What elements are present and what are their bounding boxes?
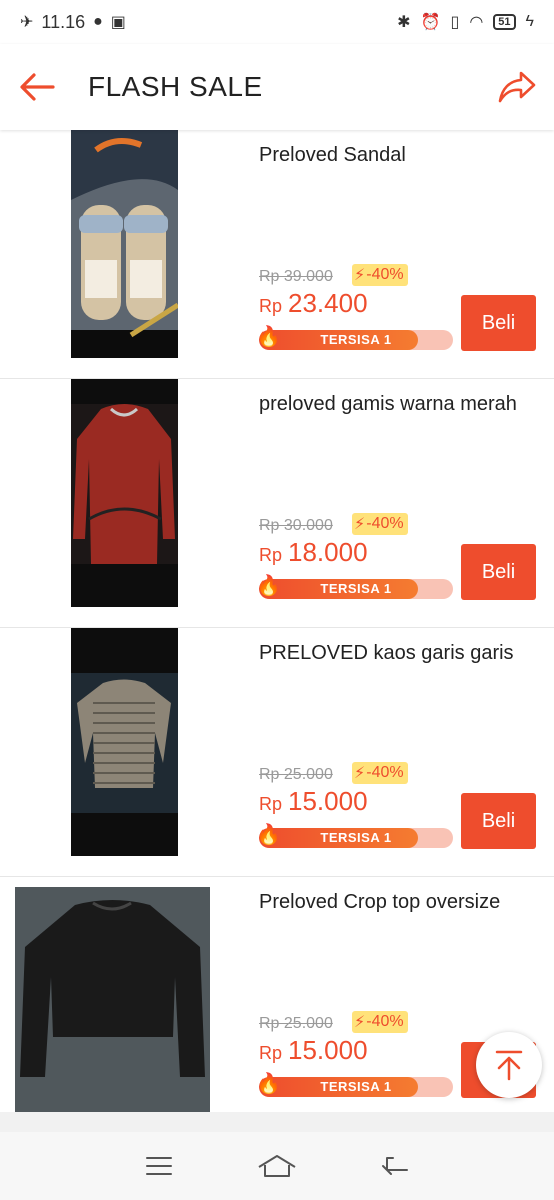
fire-icon: 🔥 — [256, 575, 281, 597]
product-item[interactable]: Preloved Sandal Rp 39.000 ⚡ -40% Rp 23.400… — [0, 130, 554, 379]
app-header: FLASH SALE — [0, 44, 554, 130]
discount-value: -40% — [366, 266, 404, 283]
stock-bar: TERSISA 1 — [259, 828, 453, 848]
stock-bar: TERSISA 1 — [259, 1077, 453, 1097]
charging-icon: ϟ — [525, 13, 534, 30]
discount-badge: ⚡ -40% — [352, 513, 408, 535]
buy-button[interactable]: Beli — [461, 295, 536, 351]
discount-badge: ⚡ -40% — [352, 762, 408, 784]
discount-badge: ⚡ -40% — [352, 1011, 408, 1033]
stock-bar: TERSISA 1 — [259, 330, 453, 350]
product-item[interactable]: PRELOVED kaos garis garis Rp 25.000 ⚡ -40… — [0, 628, 554, 877]
battery-icon: 51 — [493, 14, 516, 30]
sale-price: Rp 15.000 — [259, 786, 368, 817]
product-name[interactable]: preloved gamis warna merah — [259, 393, 517, 416]
original-price: Rp 30.000 — [259, 517, 333, 534]
price-currency: Rp — [259, 545, 283, 565]
product-item[interactable]: Preloved Crop top oversize Rp 25.000 ⚡ -4… — [0, 877, 554, 1112]
home-button[interactable] — [257, 1146, 297, 1186]
product-image-crop-top[interactable] — [15, 887, 210, 1112]
product-image-sandal[interactable] — [71, 130, 178, 358]
bluetooth-icon: ✱ — [397, 14, 411, 31]
price-value: 15.000 — [288, 1035, 368, 1065]
back-nav-button[interactable] — [375, 1146, 415, 1186]
page-title: FLASH SALE — [88, 71, 263, 102]
recent-apps-button[interactable] — [139, 1146, 179, 1186]
back-icon — [382, 1157, 408, 1175]
status-bar: ✈ 11.16 ● ▣ ✱ ⏰ ▯ ◠ 51 ϟ — [0, 0, 554, 44]
sale-price: Rp 18.000 — [259, 537, 368, 568]
lightning-icon: ⚡ — [354, 765, 366, 782]
menu-icon — [146, 1157, 172, 1175]
product-image-kaos[interactable] — [71, 628, 178, 856]
product-name[interactable]: PRELOVED kaos garis garis — [259, 642, 514, 665]
original-price: Rp 25.000 — [259, 1015, 333, 1032]
buy-button[interactable]: Beli — [461, 544, 536, 600]
stock-label: TERSISA 1 — [320, 581, 392, 596]
fire-icon: 🔥 — [256, 824, 281, 846]
buy-button[interactable]: Beli — [461, 793, 536, 849]
fire-icon: 🔥 — [256, 326, 281, 348]
stock-label: TERSISA 1 — [320, 830, 392, 845]
lightning-icon: ⚡ — [354, 516, 366, 533]
share-button[interactable] — [480, 44, 554, 130]
original-price: Rp 25.000 — [259, 766, 333, 783]
discount-value: -40% — [366, 1013, 404, 1030]
share-icon — [498, 71, 536, 103]
original-price: Rp 39.000 — [259, 268, 333, 285]
shopping-bag-icon: ▣ — [110, 14, 126, 31]
battery-level: 51 — [498, 16, 511, 28]
status-left: ✈ 11.16 ● ▣ — [20, 12, 126, 33]
stock-bar: TERSISA 1 — [259, 579, 453, 599]
lightning-icon: ⚡ — [354, 267, 366, 284]
product-list[interactable]: Preloved Sandal Rp 39.000 ⚡ -40% Rp 23.400… — [0, 130, 554, 1112]
product-image-gamis[interactable] — [71, 379, 178, 607]
status-right: ✱ ⏰ ▯ ◠ 51 ϟ — [397, 12, 534, 32]
price-value: 18.000 — [288, 537, 368, 567]
stock-label: TERSISA 1 — [320, 1079, 392, 1094]
discount-value: -40% — [366, 515, 404, 532]
alarm-icon: ⏰ — [420, 14, 441, 31]
product-name[interactable]: Preloved Sandal — [259, 144, 406, 167]
stock-label: TERSISA 1 — [320, 332, 392, 347]
fire-icon: 🔥 — [256, 1073, 281, 1095]
spotify-icon: ● — [93, 13, 103, 30]
arrow-up-icon — [495, 1050, 523, 1081]
scroll-to-top-button[interactable] — [476, 1032, 542, 1098]
back-button[interactable] — [0, 44, 74, 130]
airplane-icon: ✈ — [20, 14, 34, 31]
sale-price: Rp 23.400 — [259, 288, 368, 319]
product-item[interactable]: preloved gamis warna merah Rp 30.000 ⚡ -4… — [0, 379, 554, 628]
lightning-icon: ⚡ — [354, 1014, 366, 1031]
wifi-icon: ◠ — [469, 14, 484, 31]
price-value: 15.000 — [288, 786, 368, 816]
price-currency: Rp — [259, 296, 283, 316]
discount-badge: ⚡ -40% — [352, 264, 408, 286]
discount-value: -40% — [366, 764, 404, 781]
status-time: 11.16 — [41, 11, 86, 32]
product-name[interactable]: Preloved Crop top oversize — [259, 891, 500, 914]
price-value: 23.400 — [288, 288, 368, 318]
price-currency: Rp — [259, 794, 283, 814]
price-currency: Rp — [259, 1043, 283, 1063]
home-icon — [258, 1155, 296, 1177]
sale-price: Rp 15.000 — [259, 1035, 368, 1066]
vibrate-icon: ▯ — [450, 14, 460, 31]
system-nav-bar — [0, 1132, 554, 1200]
arrow-left-icon — [20, 73, 55, 101]
